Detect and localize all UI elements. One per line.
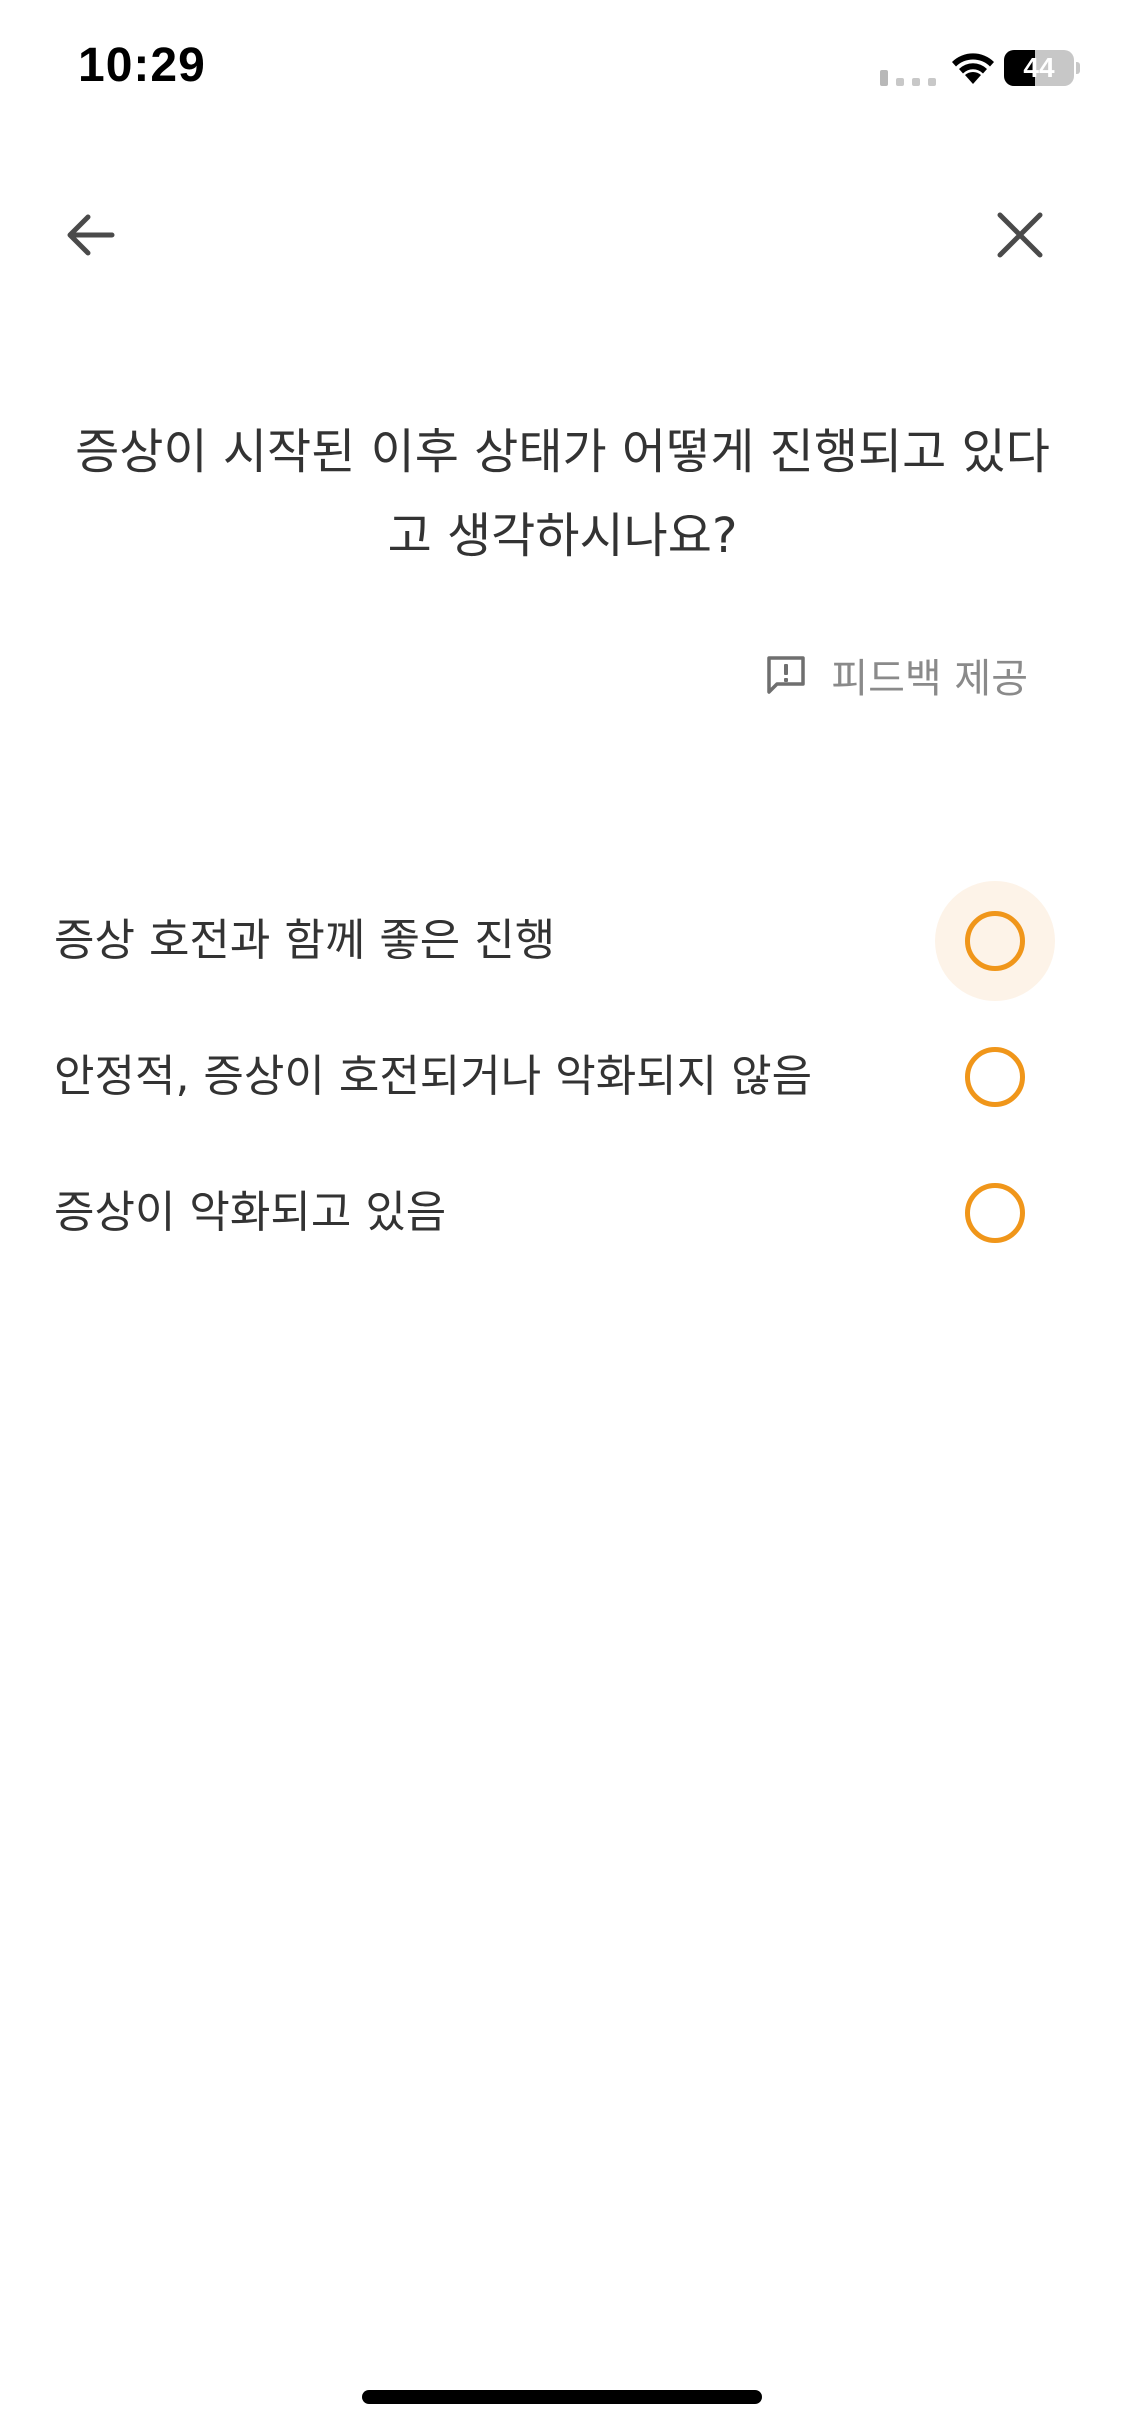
feedback-button[interactable]: 피드백 제공 [763, 640, 1028, 710]
radio-button[interactable] [935, 881, 1055, 1001]
home-indicator[interactable] [362, 2390, 762, 2404]
close-icon [997, 212, 1043, 258]
status-time: 10:29 [78, 39, 206, 92]
radio-circle-icon [965, 1183, 1025, 1243]
arrow-left-icon [67, 214, 115, 256]
question-text: 증상이 시작된 이후 상태가 어떻게 진행되고 있다 고 생각하시나요? [40, 410, 1085, 578]
wifi-icon [952, 53, 994, 84]
option-worsening[interactable]: 증상이 악화되고 있음 [0, 1145, 1125, 1281]
option-stable[interactable]: 안정적, 증상이 호전되거나 악화되지 않음 [0, 1009, 1125, 1145]
option-label: 증상 호전과 함께 좋은 진행 [54, 915, 556, 966]
cellular-signal-icon [880, 70, 936, 86]
radio-circle-icon [965, 911, 1025, 971]
option-label: 증상이 악화되고 있음 [54, 1187, 447, 1238]
radio-circle-icon [965, 1047, 1025, 1107]
status-bar: 10:29 44 [0, 0, 1125, 140]
feedback-label: 피드백 제공 [831, 656, 1028, 702]
battery-level: 44 [1023, 52, 1055, 83]
option-list: 증상 호전과 함께 좋은 진행 안정적, 증상이 호전되거나 악화되지 않음 증… [0, 873, 1125, 1281]
radio-button[interactable] [935, 1153, 1055, 1273]
option-label: 안정적, 증상이 호전되거나 악화되지 않음 [54, 1051, 813, 1102]
option-improving[interactable]: 증상 호전과 함께 좋은 진행 [0, 873, 1125, 1009]
battery-icon: 44 [1004, 50, 1080, 86]
survey-screen: 10:29 44 증상이 시작된 이후 상태가 어떻게 진행되고 있다 고 생각… [0, 0, 1125, 2436]
radio-button[interactable] [935, 1017, 1055, 1137]
question-line-1: 증상이 시작된 이후 상태가 어떻게 진행되고 있다 [75, 424, 1050, 480]
back-button[interactable] [50, 195, 130, 275]
close-button[interactable] [980, 195, 1060, 275]
question-line-2: 고 생각하시나요? [387, 508, 738, 564]
feedback-message-icon [763, 652, 809, 698]
